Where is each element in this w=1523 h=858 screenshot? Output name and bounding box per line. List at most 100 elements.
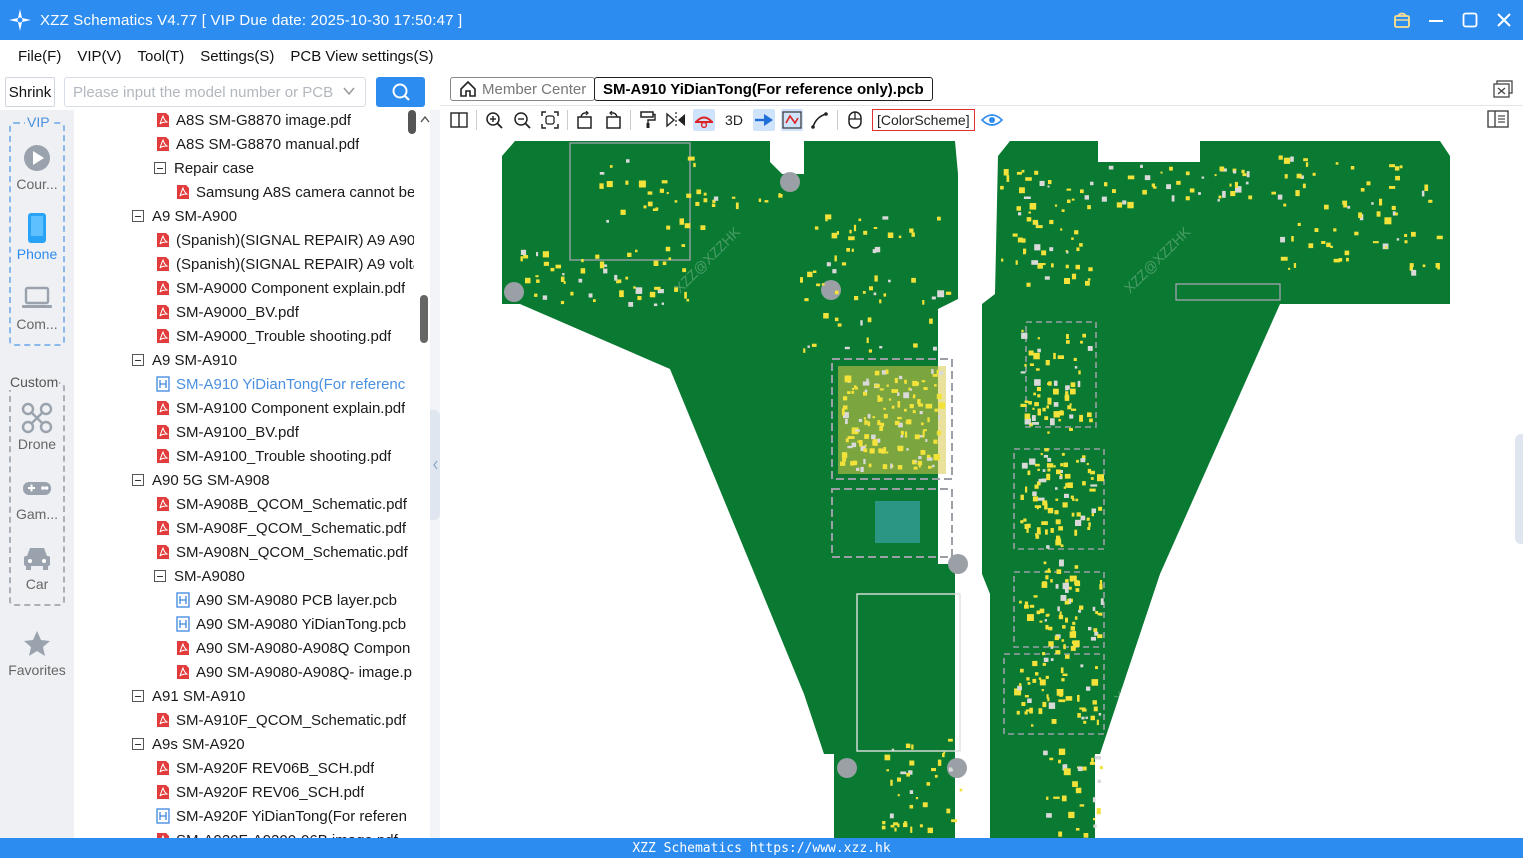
tree-item-label: A9s SM-A920 <box>152 735 245 753</box>
mouse-icon[interactable] <box>844 109 866 131</box>
zoom-in-icon[interactable] <box>483 109 505 131</box>
menu-settings[interactable]: Settings(S) <box>200 48 274 65</box>
right-panel-handle[interactable] <box>1515 434 1523 544</box>
tree-file[interactable]: A90 SM-A9080-A908Q Compon <box>176 636 414 660</box>
minimize-icon[interactable] <box>1425 9 1447 31</box>
tree-file[interactable]: SM-A908F_QCOM_Schematic.pdf <box>156 516 414 540</box>
tree-file[interactable]: SM-A9000_BV.pdf <box>156 300 414 324</box>
menu-pcb-view-settings[interactable]: PCB View settings(S) <box>290 48 433 65</box>
tree-item-label: SM-A9100_Trouble shooting.pdf <box>176 447 392 465</box>
rotate-left-icon[interactable] <box>574 109 596 131</box>
pdf-file-icon <box>157 257 169 271</box>
collapse-toggle-icon[interactable] <box>132 738 144 750</box>
rail-item-drone[interactable]: Drone <box>0 402 74 452</box>
tree-file[interactable]: SM-A908B_QCOM_Schematic.pdf <box>156 492 414 516</box>
split-view-icon[interactable] <box>448 109 470 131</box>
tree-file[interactable]: SM-A9100_Trouble shooting.pdf <box>156 444 414 468</box>
tree-folder[interactable]: Repair case <box>154 156 414 180</box>
pin-arrow-icon[interactable] <box>753 109 775 131</box>
tree-folder[interactable]: A90 5G SM-A908 <box>132 468 414 492</box>
rail-item-game[interactable]: Gam... <box>0 472 74 522</box>
tree-file[interactable]: SM-A910F_QCOM_Schematic.pdf <box>156 708 414 732</box>
tree-file[interactable]: (Spanish)(SIGNAL REPAIR) A9 A90 <box>156 228 414 252</box>
tree-file[interactable]: (Spanish)(SIGNAL REPAIR) A9 volta <box>156 252 414 276</box>
collapse-toggle-icon[interactable] <box>132 690 144 702</box>
pcb-canvas[interactable]: XZZ@XZZHK XZZ@XZZHK XZZ@XZZHK XZZ@XZZHK <box>440 134 1523 838</box>
tree-item-label: SM-A9000_BV.pdf <box>176 303 299 321</box>
collapse-toggle-icon[interactable] <box>132 354 144 366</box>
tree-file[interactable]: SM-A910 YiDianTong(For referenc <box>156 372 414 396</box>
tree-file[interactable]: SM-A9100_BV.pdf <box>156 420 414 444</box>
tree-file[interactable]: SM-A920F REV06B_SCH.pdf <box>156 756 414 780</box>
tree-file[interactable]: A90 SM-A9080-A908Q- image.p <box>176 660 414 684</box>
rail-item-favorites[interactable]: Favorites <box>0 628 74 678</box>
pcb-board-view[interactable]: XZZ@XZZHK XZZ@XZZHK XZZ@XZZHK XZZ@XZZHK <box>440 134 1523 838</box>
tree-file[interactable]: SM-A9000 Component explain.pdf <box>156 276 414 300</box>
tree-vertical-scrollbar[interactable] <box>420 295 428 343</box>
close-icon[interactable] <box>1493 9 1515 31</box>
tree-item-label: A90 SM-A9080 YiDianTong.pcb <box>196 615 407 633</box>
tree-file[interactable]: A8S SM-G8870 manual.pdf <box>156 132 414 156</box>
scroll-up-icon[interactable] <box>420 114 430 126</box>
tab-active-pcb[interactable]: SM-A910 YiDianTong(For reference only).p… <box>594 77 933 101</box>
tree-file[interactable]: SM-A920F YiDianTong(For referen <box>156 804 414 828</box>
window-title: XZZ Schematics V4.77 [ VIP Due date: 202… <box>40 11 463 29</box>
rail-item-computer[interactable]: Com... <box>0 282 74 332</box>
pdf-file-icon <box>177 641 189 655</box>
tree-item-label: SM-A9100 Component explain.pdf <box>176 399 406 417</box>
color-scheme-button[interactable]: [ColorScheme] <box>872 109 975 131</box>
rotate-right-icon[interactable] <box>602 109 624 131</box>
highlight-net-icon[interactable] <box>693 109 715 131</box>
tree-scroll-thumb[interactable] <box>408 110 416 134</box>
tree-folder[interactable]: A91 SM-A910 <box>132 684 414 708</box>
tree-folder[interactable]: A9 SM-A910 <box>132 348 414 372</box>
tree-file[interactable]: A8S SM-G8870 image.pdf <box>156 110 414 132</box>
tree-file[interactable]: Samsung A8S camera cannot be <box>176 180 414 204</box>
collapse-toggle-icon[interactable] <box>154 162 166 174</box>
search-button[interactable] <box>376 77 425 107</box>
tree-file[interactable]: SM-A920F REV06_SCH.pdf <box>156 780 414 804</box>
menu-vip[interactable]: VIP(V) <box>77 48 121 65</box>
chevron-down-icon[interactable] <box>342 84 356 102</box>
tree-folder[interactable]: SM-A9080 <box>154 564 414 588</box>
layer-select-icon[interactable] <box>781 109 803 131</box>
tree-folder[interactable]: A9s SM-A920 <box>132 732 414 756</box>
collapse-panel-handle[interactable] <box>430 410 440 520</box>
tab-member-center[interactable]: Member Center <box>450 77 596 101</box>
tree-file[interactable]: A90 SM-A9080 PCB layer.pcb <box>176 588 414 612</box>
side-panel-toggle-icon[interactable] <box>1487 110 1509 133</box>
document-tabs: Member Center SM-A910 YiDianTong(For ref… <box>440 72 1523 106</box>
rail-item-car[interactable]: Car <box>0 542 74 592</box>
collapse-toggle-icon[interactable] <box>132 474 144 486</box>
tree-folder[interactable]: A9 SM-A900 <box>132 204 414 228</box>
car-icon <box>0 542 74 574</box>
vip-bag-icon[interactable] <box>1391 9 1413 31</box>
trace-route-icon[interactable] <box>809 109 831 131</box>
collapse-toggle-icon[interactable] <box>154 570 166 582</box>
eye-icon[interactable] <box>980 109 1003 131</box>
menu-file[interactable]: File(F) <box>18 48 61 65</box>
tree-file[interactable]: SM-A908N_QCOM_Schematic.pdf <box>156 540 414 564</box>
menu-tool[interactable]: Tool(T) <box>138 48 185 65</box>
three-d-button[interactable]: 3D <box>721 109 747 131</box>
shrink-button[interactable]: Shrink <box>5 77 55 107</box>
zoom-out-icon[interactable] <box>511 109 533 131</box>
app-logo-icon <box>0 0 40 40</box>
mount-hole <box>837 758 857 778</box>
panel-splitter[interactable] <box>430 110 440 840</box>
tree-file[interactable]: SM-A9100 Component explain.pdf <box>156 396 414 420</box>
tree-file[interactable]: A90 SM-A9080 YiDianTong.pcb <box>176 612 414 636</box>
paint-roller-icon[interactable] <box>637 109 659 131</box>
fit-view-icon[interactable] <box>539 109 561 131</box>
tree-item-label: A8S SM-G8870 image.pdf <box>176 111 352 129</box>
collapse-toggle-icon[interactable] <box>132 210 144 222</box>
model-search-input[interactable]: Please input the model number or PCB <box>64 77 366 107</box>
rail-item-phone[interactable]: Phone <box>0 212 74 262</box>
menu-bar: File(F) VIP(V) Tool(T) Settings(S) PCB V… <box>0 40 1523 72</box>
mirror-icon[interactable] <box>665 109 687 131</box>
rail-item-courses[interactable]: Cour... <box>0 142 74 192</box>
maximize-icon[interactable] <box>1459 9 1481 31</box>
close-tabs-icon[interactable] <box>1493 80 1513 103</box>
rail-item-label: Com... <box>16 316 58 332</box>
tree-file[interactable]: SM-A9000_Trouble shooting.pdf <box>156 324 414 348</box>
